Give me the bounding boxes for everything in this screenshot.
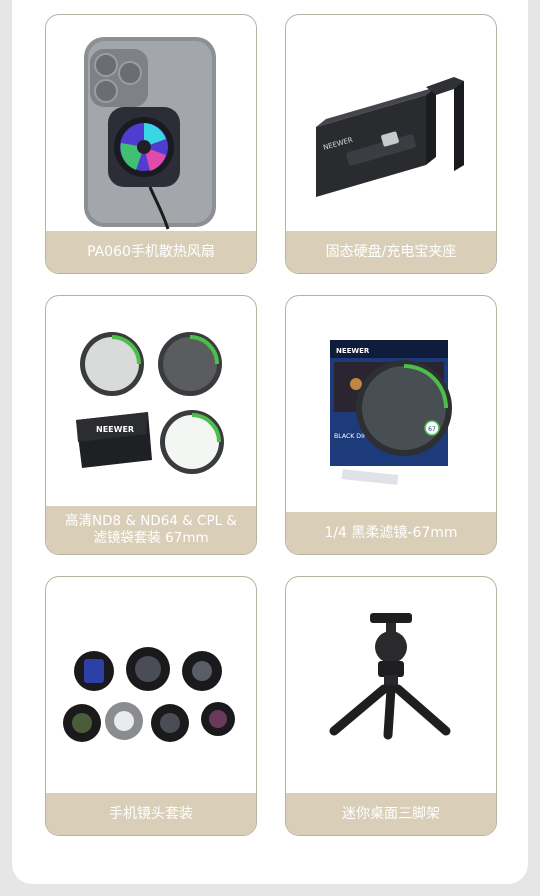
box-brand: NEEWER — [336, 347, 370, 355]
product-card-filter-kit[interactable]: NEEWER 高清ND8 & ND64 & CPL & 滤镜袋套装 67mm — [45, 295, 257, 555]
product-label: PA060手机散热风扇 — [46, 231, 256, 273]
product-label: 高清ND8 & ND64 & CPL & 滤镜袋套装 67mm — [46, 506, 256, 554]
filter-size: 67 — [428, 426, 436, 433]
phone-cooling-fan-icon — [46, 15, 256, 231]
product-label: 1/4 黑柔滤镜-67mm — [286, 512, 496, 554]
product-card-lens-kit[interactable]: 手机镜头套装 — [45, 576, 257, 836]
ssd-clamp-mount-icon: NEEWER — [286, 15, 496, 231]
product-label: 迷你桌面三脚架 — [286, 793, 496, 835]
mini-tripod-icon — [286, 577, 496, 793]
product-label: 手机镜头套装 — [46, 793, 256, 835]
filter-bag-brand: NEEWER — [96, 425, 134, 434]
product-card-mini-tripod[interactable]: 迷你桌面三脚架 — [285, 576, 497, 836]
phone-lens-kit-icon — [46, 577, 256, 793]
product-card-cooling-fan[interactable]: PA060手机散热风扇 — [45, 14, 257, 274]
product-card-ssd-clamp[interactable]: NEEWER 固态硬盘/充电宝夹座 — [285, 14, 497, 274]
filter-kit-icon: NEEWER — [46, 296, 256, 512]
product-card-diffusion-filter[interactable]: NEEWER BLACK DIFFUSION FILTER 1/4 67 1/4… — [285, 295, 497, 555]
black-diffusion-filter-icon: NEEWER BLACK DIFFUSION FILTER 1/4 67 — [286, 296, 496, 512]
product-label: 固态硬盘/充电宝夹座 — [286, 231, 496, 273]
